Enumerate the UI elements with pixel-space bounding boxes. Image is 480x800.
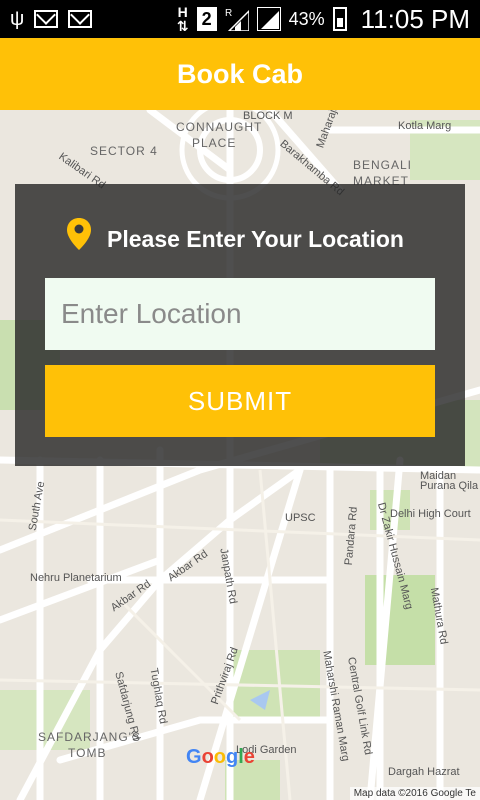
map-attribution[interactable]: Map data ©2016 Google Te xyxy=(349,787,480,800)
google-logo: Google xyxy=(186,746,255,768)
battery-percent: 43% xyxy=(288,8,325,29)
map-label: UPSC xyxy=(285,512,316,524)
sim2-icon: 2 xyxy=(196,7,217,31)
svg-text:R: R xyxy=(225,8,232,19)
map-label: CONNAUGHT xyxy=(176,120,263,134)
map-label: Nehru Planetarium xyxy=(30,572,122,584)
map-label: TOMB xyxy=(68,746,107,760)
map-label: Dargah Hazrat xyxy=(388,766,460,778)
card-title: Please Enter Your Location xyxy=(107,226,404,252)
app-title: Book Cab xyxy=(176,58,303,89)
map-label: SAFDARJANG'S xyxy=(38,730,141,744)
submit-button[interactable]: SUBMIT xyxy=(45,365,435,437)
map-label: Delhi High Court xyxy=(390,508,471,520)
map-label: Kotla Marg xyxy=(398,120,452,132)
clock: 11:05 PM xyxy=(360,3,470,34)
signal-roaming-icon: R xyxy=(225,7,250,32)
mail-icon xyxy=(34,10,59,28)
location-input[interactable] xyxy=(45,278,435,350)
network-type-indicator: H ⇅ xyxy=(176,4,189,34)
map-label: PLACE xyxy=(192,136,237,150)
status-bar: ψ H ⇅ 2 R 43% 11:05 PM xyxy=(0,0,480,38)
map-label: BENGALI xyxy=(353,158,413,172)
map-label: SECTOR 4 xyxy=(90,144,158,158)
usb-icon: ψ xyxy=(10,8,25,30)
app-bar: Book Cab xyxy=(0,38,480,110)
battery-icon xyxy=(332,7,347,31)
location-card: Please Enter Your Location SUBMIT xyxy=(15,184,465,466)
location-pin-icon xyxy=(67,218,91,250)
signal-strength-icon xyxy=(255,6,282,32)
mail-icon xyxy=(68,10,93,28)
map-label: Purana Qila xyxy=(420,480,479,492)
